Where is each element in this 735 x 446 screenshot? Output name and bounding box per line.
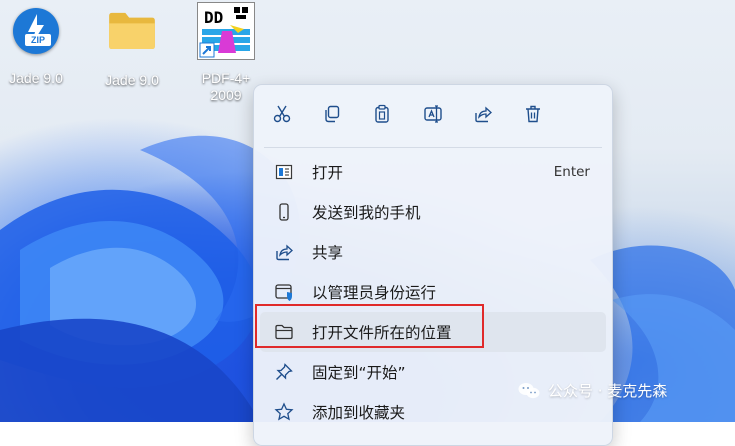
desktop-icon-label: Jade 9.0	[105, 72, 159, 88]
label-line-1: PDF-4+	[201, 70, 251, 86]
copy-button[interactable]	[319, 101, 345, 127]
admin-shield-icon	[274, 282, 294, 302]
menu-item-label: 添加到收藏夹	[312, 404, 406, 422]
phone-icon	[274, 202, 294, 222]
watermark: 公众号 · 麦克先森	[518, 380, 667, 401]
menu-item-open[interactable]: 打开 Enter	[260, 152, 606, 192]
paste-button[interactable]	[369, 101, 395, 127]
star-icon	[274, 402, 294, 422]
menu-divider	[264, 147, 602, 148]
shortcut-hint: Enter	[553, 164, 590, 180]
desktop-icon-jade-zip[interactable]: ZIP Jade 9.0	[0, 6, 72, 87]
menu-item-label: 共享	[312, 244, 344, 262]
desktop-icon-label: PDF-4+ 2009	[190, 70, 262, 104]
pdf-app-shortcut-icon: DD	[197, 2, 255, 60]
folder-open-icon	[274, 322, 294, 342]
menu-item-open-file-location[interactable]: 打开文件所在的位置	[260, 312, 606, 352]
menu-item-share[interactable]: 共享	[260, 232, 606, 272]
menu-item-run-as-admin[interactable]: 以管理员身份运行	[260, 272, 606, 312]
copy-icon	[325, 105, 340, 123]
pin-icon	[274, 362, 294, 382]
context-menu-toolbar	[254, 85, 612, 143]
menu-item-send-to-phone[interactable]: 发送到我的手机	[260, 192, 606, 232]
label-line-2: 2009	[210, 87, 242, 103]
watermark-text: 公众号 · 麦克先森	[548, 382, 668, 400]
desktop-icon-jade-folder[interactable]: Jade 9.0	[96, 6, 168, 89]
svg-text:DD: DD	[204, 8, 223, 27]
share-icon	[274, 242, 294, 262]
menu-item-label: 打开	[312, 164, 344, 182]
open-icon	[274, 162, 294, 182]
desktop-icon-label: Jade 9.0	[9, 70, 63, 86]
wechat-icon	[518, 382, 540, 400]
folder-icon	[105, 10, 159, 58]
rename-icon	[424, 105, 442, 123]
menu-item-label: 以管理员身份运行	[312, 284, 437, 302]
share-button[interactable]	[470, 101, 496, 127]
delete-button[interactable]	[520, 101, 546, 127]
zip-archive-icon: ZIP	[9, 8, 63, 56]
share-icon	[475, 106, 492, 123]
zip-badge: ZIP	[25, 34, 51, 46]
menu-item-label: 固定到“开始”	[312, 364, 406, 382]
rename-button[interactable]	[420, 101, 446, 127]
trash-icon	[526, 105, 540, 123]
menu-item-label: 发送到我的手机	[312, 204, 421, 222]
menu-item-label: 打开文件所在的位置	[312, 324, 452, 342]
cut-button[interactable]	[269, 101, 295, 127]
scissors-icon	[273, 105, 291, 123]
clipboard-icon	[375, 104, 389, 123]
desktop-icon-pdf4[interactable]: DD PDF-4+ 2009	[190, 2, 262, 104]
